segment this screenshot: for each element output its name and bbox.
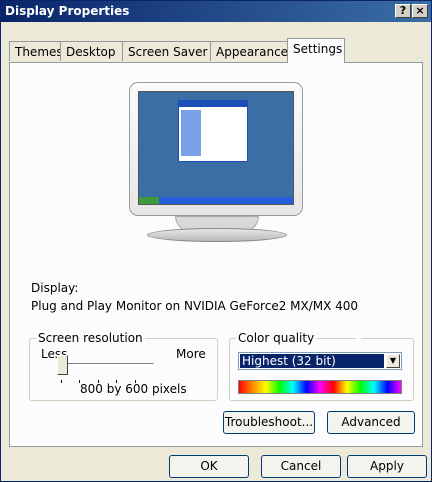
window-title: Display Properties [5, 4, 130, 18]
resolution-value: 800 by 600 pixels [80, 382, 187, 396]
slider-tick [61, 380, 62, 383]
settings-panel: Display: Plug and Play Monitor on NVIDIA… [9, 62, 423, 447]
screen-resolution-group: Screen resolution Less More 800 by 600 p… [29, 331, 218, 401]
preview-window [178, 100, 248, 162]
monitor-base [147, 228, 287, 242]
advanced-button[interactable]: Advanced [327, 411, 415, 434]
color-quality-group: Color quality Highest (32 bit) ▼ [229, 331, 414, 401]
tab-screen-saver[interactable]: Screen Saver [122, 41, 211, 61]
monitor-description: Plug and Play Monitor on NVIDIA GeForce2… [31, 299, 359, 313]
resolution-slider-thumb[interactable] [57, 355, 68, 375]
ok-button[interactable]: OK [169, 455, 249, 478]
desktop-preview-screen [138, 91, 294, 205]
preview-start-button [139, 197, 159, 204]
tab-settings[interactable]: Settings [287, 38, 345, 63]
display-properties-window: Display Properties ? × Themes Desktop Sc… [0, 0, 432, 482]
title-bar[interactable]: Display Properties ? × [1, 1, 431, 22]
apply-button[interactable]: Apply [347, 455, 427, 478]
tab-themes[interactable]: Themes [9, 41, 63, 61]
more-label: More [176, 347, 206, 361]
color-quality-selected: Highest (32 bit) [240, 354, 384, 368]
color-quality-legend: Color quality [236, 331, 317, 345]
close-button[interactable]: × [412, 4, 428, 18]
tab-appearance[interactable]: Appearance [210, 41, 288, 61]
resolution-slider[interactable] [57, 355, 154, 383]
preview-taskbar [139, 197, 293, 204]
mouse-cursor-icon [356, 334, 364, 346]
cancel-button[interactable]: Cancel [261, 455, 341, 478]
chevron-down-icon[interactable]: ▼ [386, 354, 400, 368]
help-button[interactable]: ? [395, 4, 411, 18]
screen-resolution-legend: Screen resolution [36, 331, 145, 345]
color-quality-select[interactable]: Highest (32 bit) ▼ [238, 352, 402, 370]
color-spectrum-bar [238, 380, 402, 394]
troubleshoot-button[interactable]: Troubleshoot... [223, 411, 315, 434]
monitor-preview [129, 82, 303, 216]
display-label: Display: [31, 281, 79, 295]
tab-desktop[interactable]: Desktop [60, 41, 123, 61]
